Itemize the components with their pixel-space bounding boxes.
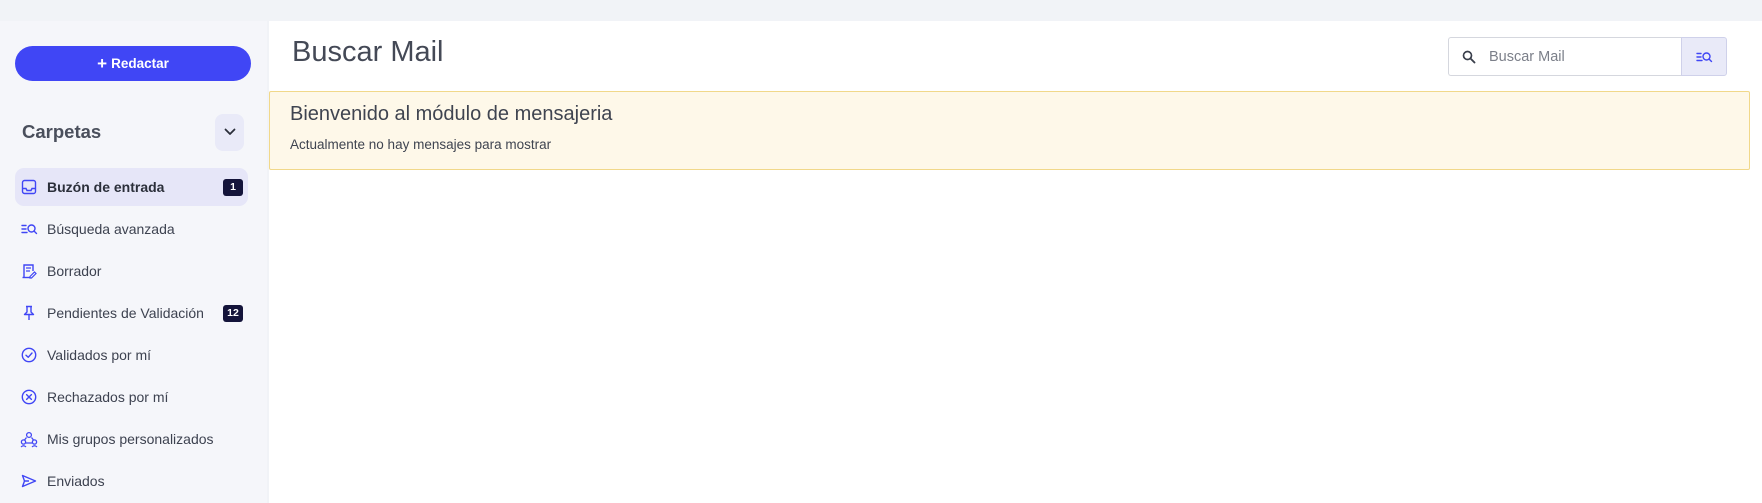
sidebar-item-label: Borrador [47, 263, 102, 279]
sidebar-item-custom-groups[interactable]: Mis grupos personalizados [15, 420, 248, 458]
unread-count-badge: 1 [223, 178, 243, 196]
sidebar-item-pending-validation[interactable]: Pendientes de Validación 12 [15, 294, 248, 332]
compose-button[interactable]: + Redactar [15, 46, 251, 81]
search-box [1448, 37, 1681, 76]
check-circle-icon [20, 346, 38, 364]
folder-nav: Buzón de entrada 1 Búsqueda avanzada Bor… [15, 168, 248, 503]
sidebar-item-sent[interactable]: Enviados [15, 462, 248, 500]
welcome-alert: Bienvenido al módulo de mensajeria Actua… [269, 91, 1750, 170]
sidebar: + Redactar Carpetas Buzón de entrada 1 B… [0, 21, 267, 503]
advanced-search-button[interactable] [1681, 37, 1727, 76]
sidebar-item-label: Búsqueda avanzada [47, 221, 175, 237]
groups-icon [20, 430, 38, 448]
main-panel: Buscar Mail Bienvenido al módulo de mens… [269, 21, 1762, 503]
sidebar-item-label: Pendientes de Validación [47, 305, 204, 321]
sidebar-item-advanced-search[interactable]: Búsqueda avanzada [15, 210, 248, 248]
pin-icon [20, 304, 38, 322]
sidebar-item-rejected-by-me[interactable]: Rechazados por mí [15, 378, 248, 416]
folders-title: Carpetas [22, 121, 102, 142]
folders-collapse-button[interactable] [215, 113, 244, 151]
search-input[interactable] [1489, 48, 1674, 65]
sidebar-item-label: Mis grupos personalizados [47, 431, 214, 447]
sidebar-item-label: Buzón de entrada [47, 179, 165, 195]
alert-title: Bienvenido al módulo de mensajeria [290, 103, 613, 125]
sidebar-item-label: Enviados [47, 473, 105, 489]
x-circle-icon [20, 388, 38, 406]
sidebar-item-validated-by-me[interactable]: Validados por mí [15, 336, 248, 374]
sidebar-item-inbox[interactable]: Buzón de entrada 1 [15, 168, 248, 206]
alert-message: Actualmente no hay mensajes para mostrar [290, 137, 552, 152]
inbox-icon [20, 178, 38, 196]
sidebar-item-label: Validados por mí [47, 347, 152, 363]
draft-icon [20, 262, 38, 280]
send-icon [20, 472, 38, 490]
advanced-search-icon [20, 220, 38, 238]
page-title: Buscar Mail [292, 36, 444, 68]
pending-count-badge: 12 [223, 304, 243, 322]
folders-header: Carpetas [22, 113, 244, 151]
compose-label: Redactar [111, 56, 169, 71]
advanced-search-icon [1695, 51, 1712, 62]
search-icon [1449, 50, 1489, 64]
plus-icon: + [97, 53, 108, 73]
chevron-down-icon [224, 128, 235, 135]
sidebar-item-label: Rechazados por mí [47, 389, 169, 405]
sidebar-item-draft[interactable]: Borrador [15, 252, 248, 290]
